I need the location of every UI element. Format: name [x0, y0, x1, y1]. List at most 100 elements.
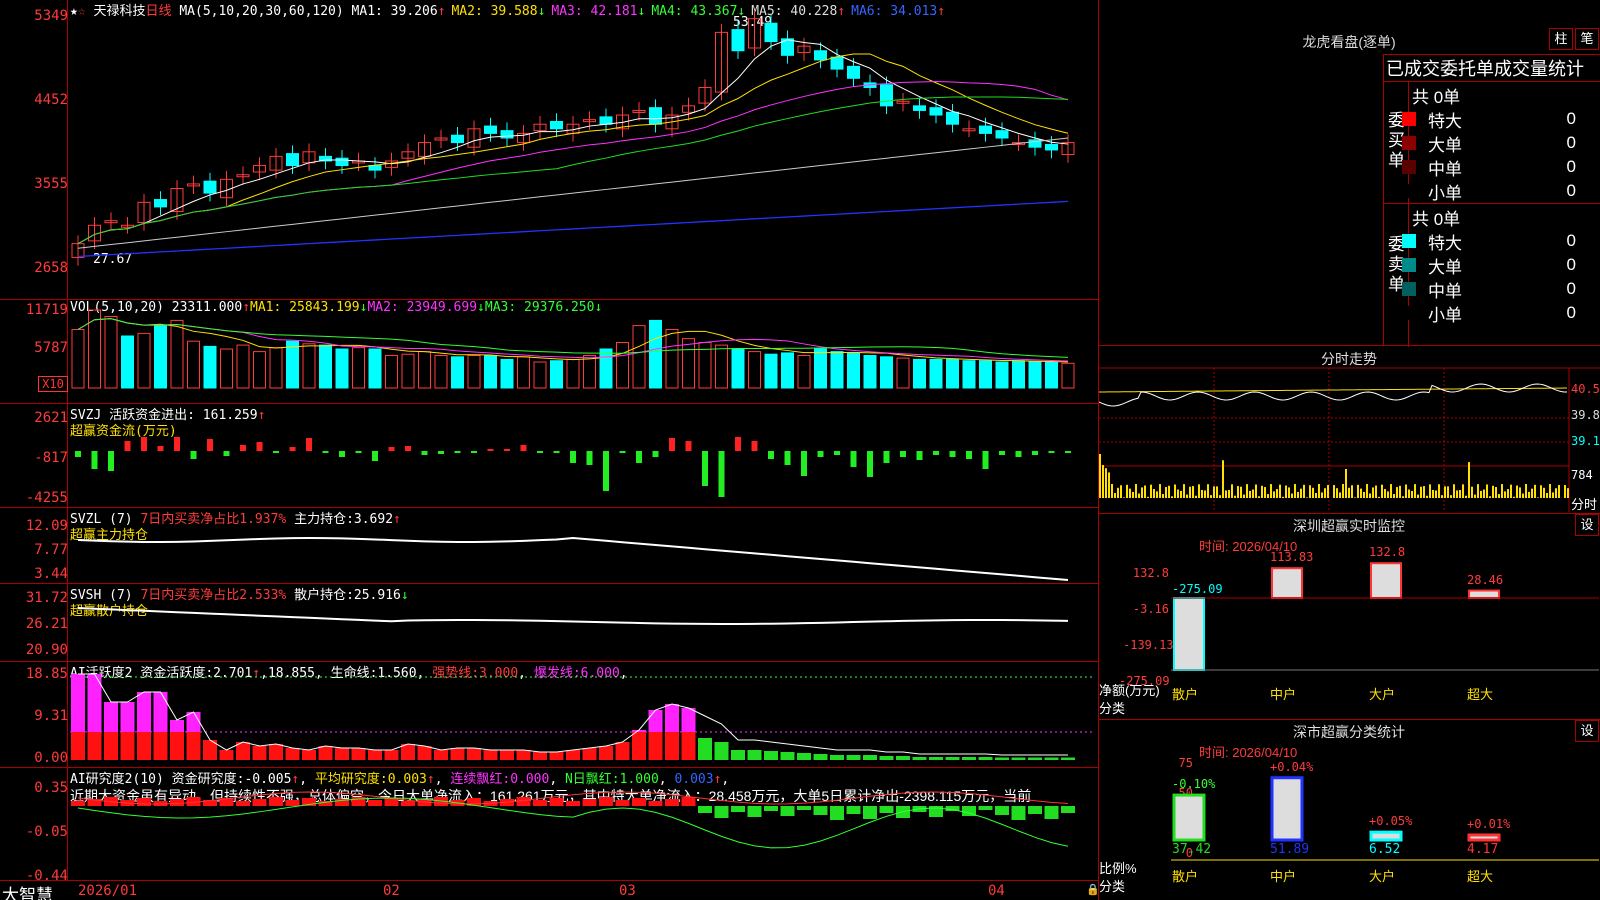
- research-bar: [401, 801, 415, 806]
- sell-row-3: 中单00%: [1402, 277, 1600, 301]
- candle-body: [830, 56, 844, 70]
- buy-swatch: [1402, 160, 1416, 174]
- brand-logo: 大智慧: [2, 886, 53, 900]
- volume-bar: [550, 360, 563, 389]
- volume-bar: [368, 348, 382, 389]
- svzl-pane[interactable]: SVZL (7) 7日内买卖净占比1.937% 主力持仓:3.692↑ 超赢主力…: [0, 508, 1098, 584]
- ai-activity-pane[interactable]: AI活跃度2 资金活跃度:2.701↑,18.855, 生命线:1.560, 强…: [0, 662, 1098, 768]
- fenshi-tick-4: 784: [1571, 468, 1593, 482]
- activity-bar: [846, 755, 861, 760]
- candle-body: [913, 105, 926, 111]
- buy-swatch: [1402, 112, 1416, 126]
- volume-bar: [170, 319, 184, 389]
- lhb-header: 已成交委托单成交量统计: [1386, 59, 1584, 79]
- svsh-pane[interactable]: SVSH (7) 7日内买卖净占比2.533% 散户持仓:25.916↓ 超赢散…: [0, 584, 1098, 662]
- flow-bar: [883, 451, 890, 463]
- flow-bar: [586, 451, 593, 465]
- sell-swatch: [1402, 306, 1416, 320]
- activity-bar: [252, 746, 267, 760]
- fenshi-vol-bar: [1372, 487, 1374, 498]
- flow-bar: [438, 451, 444, 454]
- fenshi-vol-bar: [1138, 493, 1140, 498]
- fenshi-vol-bar: [1150, 484, 1152, 498]
- activity-bar: [962, 757, 976, 760]
- fenshi-vol-bar: [1408, 489, 1410, 498]
- fenshi-vol-bar: [1168, 485, 1170, 498]
- research-bar: [632, 798, 646, 806]
- sz-value: 132.8: [1369, 545, 1406, 560]
- volume-bar: [319, 344, 332, 389]
- svzj-pane[interactable]: SVZJ 活跃资金进出: 161.259↑ 超赢资金流(万元) 2621 -81…: [0, 404, 1098, 508]
- research-bar: [285, 800, 300, 806]
- sz-value: 113.83: [1270, 550, 1314, 565]
- research-bar: [995, 806, 1009, 815]
- volume-bar: [220, 348, 233, 389]
- activity-bar: [335, 748, 349, 760]
- activity-bar: [731, 750, 745, 760]
- activity-bar: [929, 757, 943, 760]
- flow-bar: [867, 451, 873, 477]
- volume-bar: [748, 351, 761, 389]
- candle-body: [731, 29, 745, 52]
- research-bar: [797, 806, 811, 810]
- volume-bar: [71, 329, 85, 389]
- activity-bar: [566, 750, 580, 760]
- fenshi-tick-1: 40.57: [1571, 382, 1600, 396]
- tick-view-button[interactable]: 笔: [1575, 28, 1599, 50]
- flow-bar: [751, 441, 758, 451]
- bar-view-button[interactable]: 柱: [1549, 28, 1573, 50]
- buy-swatch: [1402, 136, 1416, 150]
- fenshi-vol-bar: [1360, 488, 1362, 498]
- volume-bar: [269, 347, 283, 389]
- sh-bar: [1172, 793, 1206, 842]
- fenshi-vol-bar: [1204, 490, 1206, 498]
- fenshi-vol-bar: [1477, 484, 1479, 498]
- activity-bar-top: [665, 704, 679, 732]
- fenshi-vol-bar: [1135, 484, 1137, 498]
- lock-icon[interactable]: 🔒: [1086, 883, 1100, 896]
- buy-swatch: [1402, 184, 1416, 198]
- fenshi-panel[interactable]: 分时走势 40.57 39.85 39.13 784 分时: [1099, 346, 1600, 514]
- ai-research-pane[interactable]: AI研究度2(10) 资金研究度:-0.005↑, 平均研究度:0.003↑, …: [0, 768, 1098, 884]
- flow-bar: [223, 451, 230, 456]
- flow-bar: [1032, 451, 1038, 455]
- fenshi-vol-bar: [1258, 496, 1260, 498]
- activity-bar: [863, 755, 877, 760]
- flow-bar: [388, 447, 395, 451]
- sh-stats-panel[interactable]: 深市超赢分类统计 设 时间: 2026/04/10 75 50 25 0 比例%…: [1099, 720, 1600, 900]
- volume-pane[interactable]: VOL(5,10,20) 23311.000↑MA1: 25843.199↓MA…: [0, 300, 1098, 404]
- sh-category: 中户: [1270, 869, 1297, 884]
- fenshi-vol-bar: [1474, 494, 1476, 498]
- fenshi-vol-bar: [1300, 488, 1302, 498]
- activity-bar: [71, 732, 85, 760]
- flow-bar: [784, 451, 791, 465]
- flow-bar: [306, 438, 312, 451]
- flow-bar: [949, 451, 956, 457]
- fenshi-vol-bar: [1480, 490, 1482, 498]
- research-bar: [599, 797, 613, 806]
- price-pane[interactable]: ★☆ 天禄科技日线 MA(5,10,20,30,60,120) MA1: 39.…: [0, 0, 1098, 300]
- fenshi-vol-bar: [1444, 486, 1446, 498]
- activity-bar: [104, 732, 118, 760]
- fenshi-vol-bar: [1189, 486, 1191, 498]
- fenshi-vol-bar: [1195, 495, 1197, 498]
- fenshi-vol-bar: [1252, 489, 1254, 498]
- volume-bar: [632, 325, 646, 389]
- research-bar: [879, 806, 894, 813]
- flow-bar: [718, 451, 725, 497]
- volume-bar: [467, 355, 481, 389]
- volume-bar: [962, 360, 976, 389]
- sh-category: 大户: [1369, 869, 1396, 884]
- activity-bar: [1011, 757, 1026, 760]
- flow-bar: [520, 445, 527, 451]
- flow-bar: [702, 451, 708, 486]
- volume-bar: [104, 316, 118, 389]
- sz-monitor-panel[interactable]: 深圳超赢实时监控 设 时间: 2026/04/10 132.8 -3.16 -1…: [1099, 514, 1600, 720]
- flow-bar: [669, 438, 675, 451]
- fenshi-vol-bar: [1306, 497, 1308, 498]
- flow-bar: [636, 451, 642, 463]
- fenshi-chart: [1099, 367, 1600, 512]
- volume-bar: [913, 358, 926, 389]
- fenshi-vol-bar: [1261, 485, 1263, 498]
- fenshi-vol-bar: [1117, 487, 1119, 498]
